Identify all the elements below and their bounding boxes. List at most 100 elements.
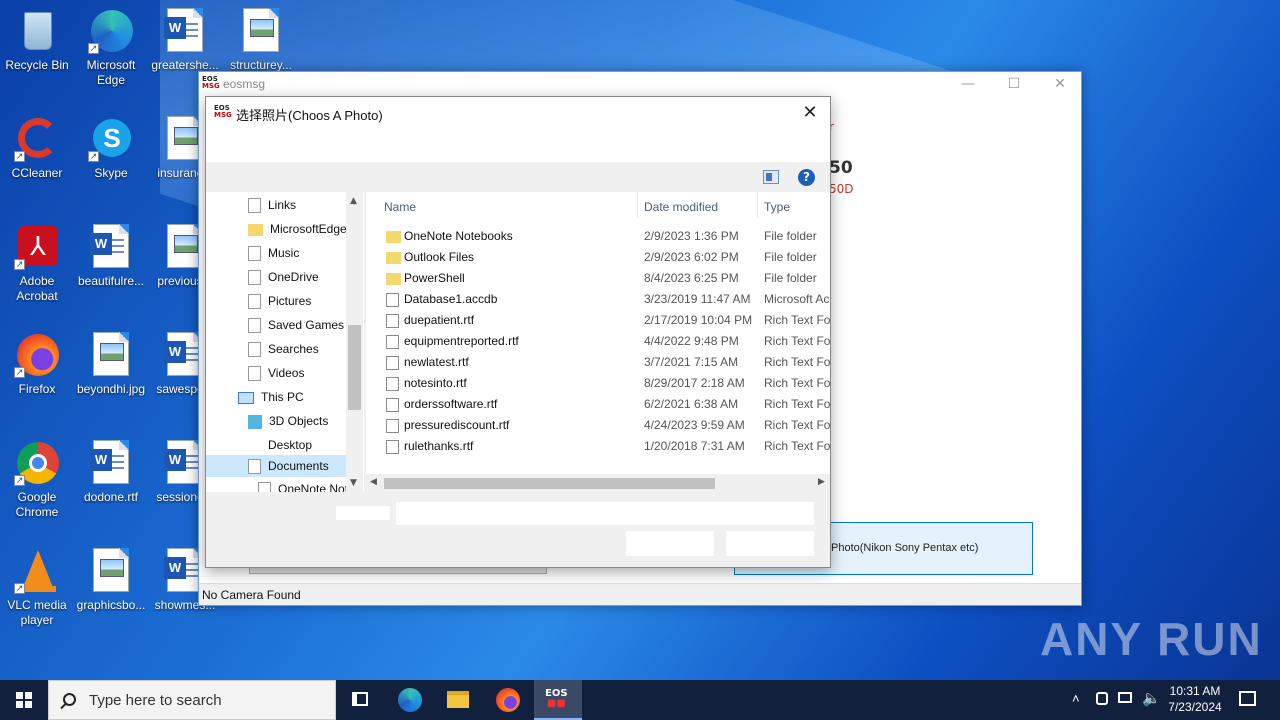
nav-item-pictures[interactable]: Pictures <box>248 291 311 311</box>
taskbar-firefox[interactable] <box>484 680 532 720</box>
desktop-icon-firefox[interactable]: ↗ Firefox <box>0 332 74 397</box>
horizontal-scrollbar[interactable]: ◀ ▶ <box>366 474 830 492</box>
file-date: 3/7/2021 7:15 AM <box>644 355 739 369</box>
maximize-button[interactable]: ☐ <box>991 72 1037 96</box>
folder-icon <box>386 231 401 243</box>
scroll-down-icon[interactable]: ▼ <box>350 478 357 488</box>
choose-photo-dialog: EOS MSG 选择照片(Choos A Photo) ✕ ? Links Mic… <box>205 96 831 568</box>
close-button[interactable]: ✕ <box>1037 72 1083 96</box>
minimize-button[interactable]: — <box>945 72 991 96</box>
file-row[interactable]: Database1.accdb 3/23/2019 11:47 AM Microso… <box>366 289 830 310</box>
cancel-button[interactable] <box>726 531 814 556</box>
shortcut-arrow-icon: ↗ <box>14 367 25 378</box>
task-view-button[interactable] <box>336 680 384 720</box>
file-row[interactable]: rulethanks.rtf 1/20/2018 7:31 AM Rich Text… <box>366 436 830 457</box>
nav-item-label: Documents <box>268 459 329 473</box>
nav-item-microsoftedge[interactable]: MicrosoftEdge <box>248 219 347 239</box>
dialog-toolbar: ? <box>206 162 830 192</box>
dialog-titlebar[interactable]: EOS MSG 选择照片(Choos A Photo) ✕ <box>206 97 830 162</box>
file-date: 4/24/2023 9:59 AM <box>644 418 745 432</box>
start-button[interactable] <box>0 680 48 720</box>
desktop-icon-ccleaner[interactable]: ↗ CCleaner <box>0 116 74 181</box>
file-row[interactable]: notesinto.rtf 8/29/2017 2:18 AM Rich Text … <box>366 373 830 394</box>
file-name: notesinto.rtf <box>404 376 467 390</box>
desktop-icon-beautifulre[interactable]: W beautifulre... <box>74 224 148 289</box>
desktop-icon-structurey[interactable]: structurey... <box>224 8 298 73</box>
file-row[interactable]: OneNote Notebooks 2/9/2023 1:36 PM File fo… <box>366 226 830 247</box>
folder-icon <box>386 273 401 285</box>
model-number-label: 50 <box>829 158 853 178</box>
nav-item-desktop[interactable]: Desktop <box>268 435 312 455</box>
network-icon[interactable] <box>1118 692 1132 703</box>
3d-objects-icon <box>248 414 262 429</box>
file-row[interactable]: orderssoftware.rtf 6/2/2021 6:38 AM Rich T… <box>366 394 830 415</box>
open-button[interactable] <box>626 531 714 556</box>
recycle-bin-icon <box>14 8 60 54</box>
window-titlebar[interactable]: EOS MSG eosmsg — ☐ ✕ <box>199 72 1081 96</box>
nav-item-onedrive[interactable]: OneDrive <box>248 267 319 287</box>
taskbar-eosmsg[interactable]: EOS ■■ <box>534 680 582 720</box>
action-center-icon[interactable] <box>1239 691 1256 706</box>
nav-item-label: This PC <box>261 390 304 404</box>
word-doc-icon: W <box>88 224 134 270</box>
desktop-icon-graphicsbo[interactable]: graphicsbo... <box>74 548 148 613</box>
file-row[interactable]: newlatest.rtf 3/7/2021 7:15 AM Rich Text F… <box>366 352 830 373</box>
desktop-icon-chrome[interactable]: ↗ Google Chrome <box>0 440 74 520</box>
folder-icon <box>248 223 263 236</box>
help-button[interactable]: ? <box>798 169 815 186</box>
volume-icon[interactable]: 🔈 <box>1142 689 1161 707</box>
horizontal-scroll-thumb[interactable] <box>384 478 715 489</box>
file-name: equipmentreported.rtf <box>404 334 519 348</box>
desktop-icon-acrobat[interactable]: ⅄ ↗ Adobe Acrobat <box>0 224 74 304</box>
file-name-input[interactable] <box>396 502 814 525</box>
column-header-type[interactable]: Type <box>764 200 790 214</box>
preview-pane-icon[interactable] <box>763 170 779 184</box>
file-row[interactable]: duepatient.rtf 2/17/2019 10:04 PM Rich Tex… <box>366 310 830 331</box>
desktop-icon-recycle-bin[interactable]: Recycle Bin <box>0 8 74 73</box>
nav-item-label: Saved Games <box>268 318 345 332</box>
file-type: Rich Text For <box>764 313 830 327</box>
chevron-up-icon[interactable]: ˄ <box>1072 691 1080 706</box>
file-icon <box>248 270 261 286</box>
file-row[interactable]: pressurediscount.rtf 4/24/2023 9:59 AM Ric… <box>366 415 830 436</box>
nav-item-label: MicrosoftEdge <box>270 222 347 236</box>
nav-item-music[interactable]: Music <box>248 243 299 263</box>
taskbar-clock[interactable]: 10:31 AM 7/23/2024 <box>1160 683 1230 715</box>
scroll-up-icon[interactable]: ▲ <box>350 196 357 206</box>
desktop-icon-beyondhi[interactable]: beyondhi.jpg <box>74 332 148 397</box>
file-row[interactable]: Outlook Files 2/9/2023 6:02 PM File folder <box>366 247 830 268</box>
nav-item-videos[interactable]: Videos <box>248 363 304 383</box>
clock-time: 10:31 AM <box>1169 684 1221 698</box>
column-header-name[interactable]: Name <box>384 200 416 214</box>
nav-item-links[interactable]: Links <box>248 195 296 215</box>
desktop-icon-edge[interactable]: ↗ Microsoft Edge <box>74 8 148 88</box>
file-icon <box>248 459 261 475</box>
desktop-icon-vlc[interactable]: ↗ VLC media player <box>0 548 74 628</box>
network-status-icon[interactable] <box>1096 692 1108 705</box>
nav-item-documents[interactable]: Documents <box>206 455 346 477</box>
nav-item-searches[interactable]: Searches <box>248 339 319 359</box>
taskbar-file-explorer[interactable] <box>434 680 482 720</box>
column-divider[interactable] <box>757 192 758 218</box>
column-divider[interactable] <box>637 192 638 218</box>
desktop-icon-greatershe[interactable]: W greatershe... <box>148 8 222 73</box>
skype-icon: S ↗ <box>88 116 134 162</box>
desktop-icon-label: Google Chrome <box>15 490 59 519</box>
nav-scroll-thumb[interactable] <box>348 325 361 410</box>
file-date: 2/9/2023 6:02 PM <box>644 250 739 264</box>
file-row[interactable]: equipmentreported.rtf 4/4/2022 9:48 PM Ric… <box>366 331 830 352</box>
column-header-date[interactable]: Date modified <box>644 200 718 214</box>
scroll-left-icon[interactable]: ◀ <box>370 477 377 487</box>
nav-item-3d-objects[interactable]: 3D Objects <box>248 411 328 431</box>
taskbar-search-box[interactable]: Type here to search <box>48 680 336 720</box>
scroll-right-icon[interactable]: ▶ <box>818 477 825 487</box>
nav-item-this-pc[interactable]: This PC <box>238 387 304 407</box>
nav-item-onenote[interactable]: OneNote Not... <box>258 479 358 492</box>
desktop-icon-dodone[interactable]: W dodone.rtf <box>74 440 148 505</box>
nav-item-saved-games[interactable]: Saved Games <box>248 315 344 335</box>
shortcut-arrow-icon: ↗ <box>14 151 25 162</box>
file-row[interactable]: PowerShell 8/4/2023 6:25 PM File folder <box>366 268 830 289</box>
taskbar-edge[interactable] <box>386 680 434 720</box>
dialog-close-button[interactable]: ✕ <box>796 101 824 125</box>
desktop-icon-skype[interactable]: S ↗ Skype <box>74 116 148 181</box>
